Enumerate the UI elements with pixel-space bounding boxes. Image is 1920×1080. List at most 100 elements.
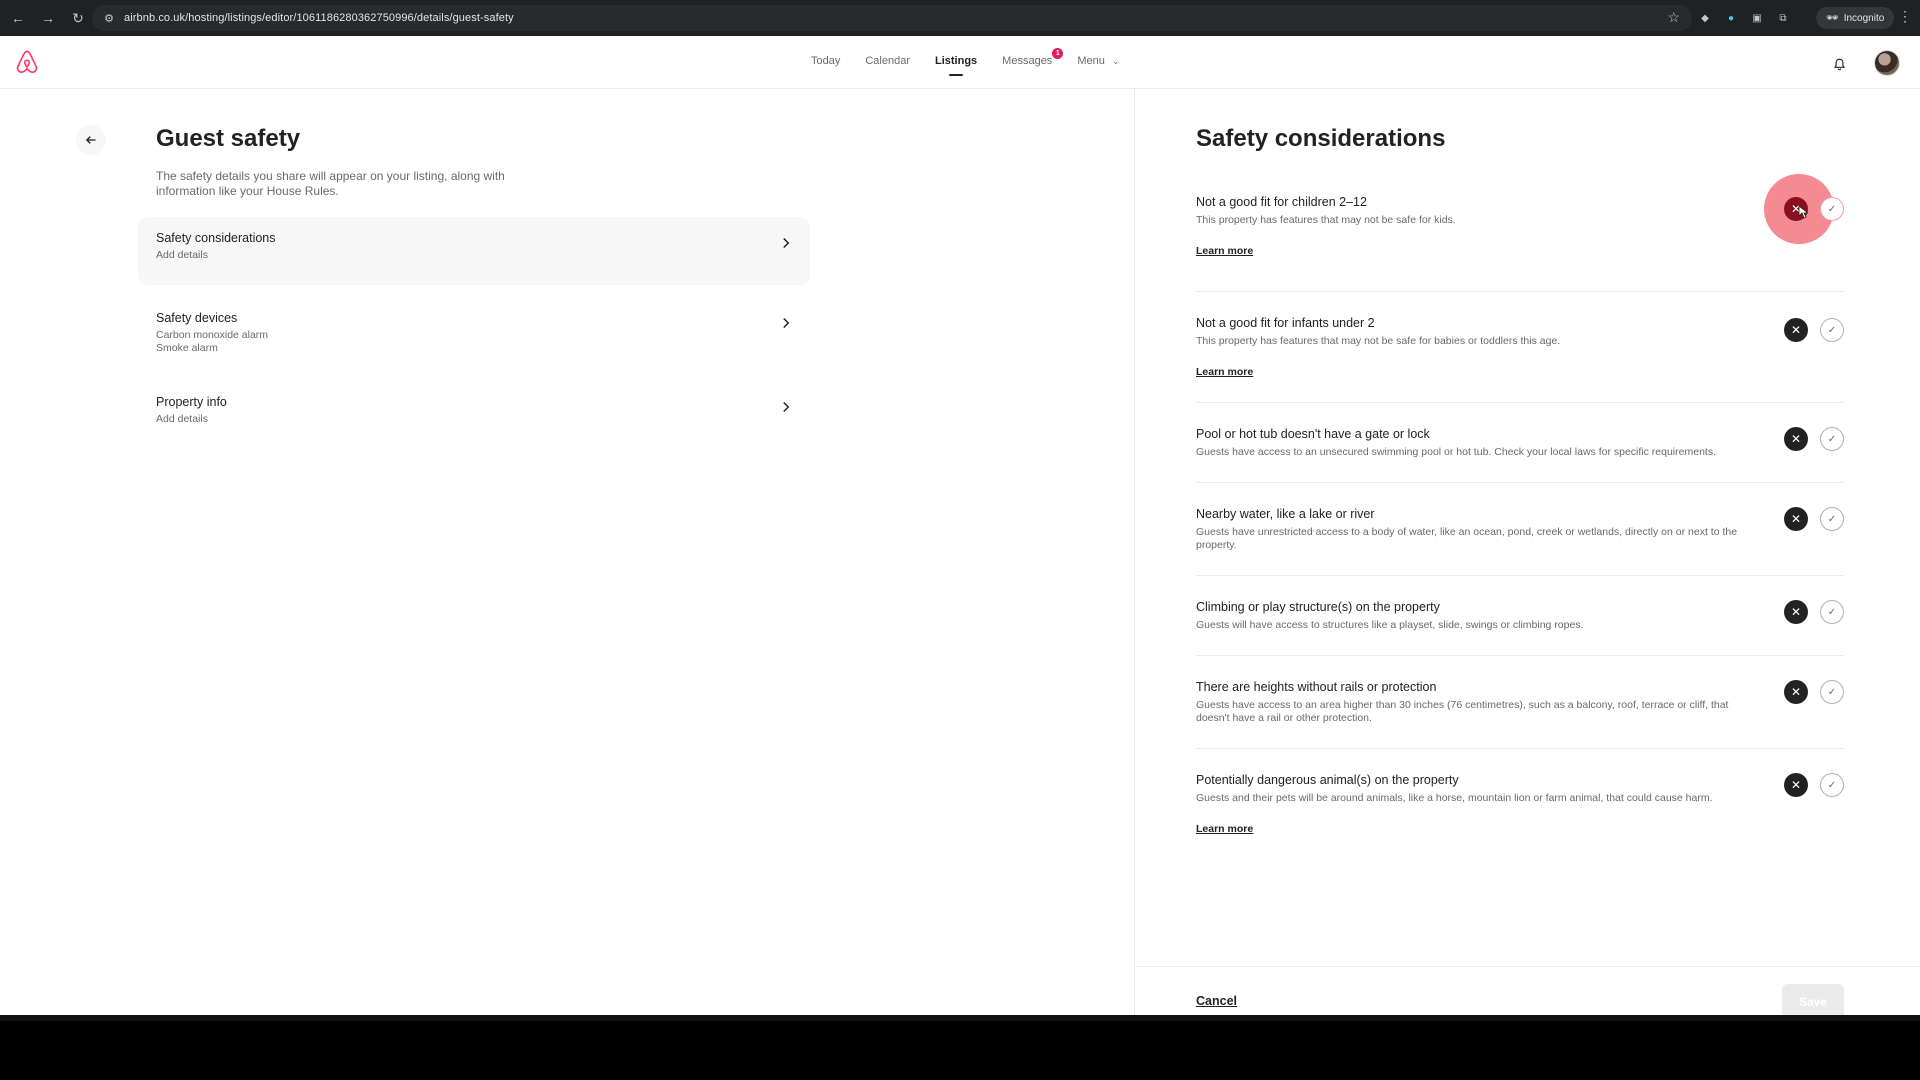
consideration-toggle: ✕ ✓ [1784,773,1844,797]
messages-badge: 1 [1052,48,1064,59]
incognito-icon: 🕶 [1826,12,1839,24]
consideration-item: Nearby water, like a lake or river Guest… [1196,483,1844,576]
section-title: Safety devices [156,311,238,325]
x-icon[interactable]: ✕ [1784,427,1808,451]
consideration-item: Not a good fit for infants under 2 This … [1196,292,1844,403]
extensions-puzzle-icon[interactable]: ⧉ [1774,9,1792,27]
nav-today[interactable]: Today [811,55,840,67]
chevron-right-icon [783,237,790,249]
check-icon[interactable]: ✓ [1820,600,1844,624]
extension-icon[interactable]: ▣ [1748,9,1766,27]
x-icon[interactable]: ✕ [1784,318,1808,342]
section-title: Safety considerations [156,231,276,245]
chevron-right-icon [783,317,790,329]
section-subtitle: Carbon monoxide alarm [156,329,269,341]
top-navigation: Today Calendar Listings Messages 1 Menu … [0,36,1920,89]
consideration-title: Pool or hot tub doesn't have a gate or l… [1196,427,1430,441]
consideration-description: This property has features that may not … [1196,335,1561,347]
section-title: Property info [156,395,227,409]
consideration-description: This property has features that may not … [1196,214,1456,226]
star-icon[interactable]: ☆ [1667,9,1680,26]
x-icon[interactable]: ✕ [1784,507,1808,531]
consideration-toggle: ✕ ✓ [1784,680,1844,704]
check-icon[interactable]: ✓ [1820,507,1844,531]
consideration-item: Not a good fit for children 2–12 This pr… [1196,174,1844,292]
consideration-title: There are heights without rails or prote… [1196,680,1437,694]
incognito-badge[interactable]: 🕶 Incognito [1816,7,1895,29]
back-button[interactable] [76,125,106,155]
consideration-item: There are heights without rails or prote… [1196,656,1844,749]
learn-more-link[interactable]: Learn more [1196,245,1253,257]
check-icon[interactable]: ✓ [1820,197,1844,221]
nav-listings[interactable]: Listings [935,55,977,67]
chevron-right-icon [783,401,790,413]
panel-footer: Cancel Save [1136,966,1920,1020]
consideration-toggle: ✕ ✓ [1784,600,1844,624]
reload-icon[interactable]: ↻ [64,4,92,32]
consideration-item: Pool or hot tub doesn't have a gate or l… [1196,403,1844,483]
consideration-description: Guests have access to an area higher tha… [1196,699,1729,724]
consideration-description: Guests have unrestricted access to a bod… [1196,526,1738,551]
consideration-title: Climbing or play structure(s) on the pro… [1196,600,1440,614]
learn-more-link[interactable]: Learn more [1196,366,1253,378]
airbnb-page: Today Calendar Listings Messages 1 Menu … [0,36,1920,1020]
extension-shield-icon[interactable]: ◆ [1696,9,1714,27]
x-icon[interactable]: ✕ [1784,600,1808,624]
section-subtitle: Smoke alarm [156,342,218,354]
consideration-toggle: ✕ ✓ [1784,427,1844,451]
screen-bottom-strip [0,1015,1920,1021]
consideration-description: Guests and their pets will be around ani… [1196,792,1713,804]
incognito-label: Incognito [1843,12,1885,24]
consideration-title: Nearby water, like a lake or river [1196,507,1375,521]
airbnb-logo-icon[interactable] [14,49,40,75]
page-title: Guest safety [156,125,301,152]
section-subtitle: Add details [156,249,208,261]
browser-toolbar: ← → ↻ ⚙ airbnb.co.uk/hosting/listings/ed… [0,0,1920,36]
consideration-toggle: ✕ ✓ [1784,197,1844,221]
back-arrow-icon [85,136,96,144]
consideration-list: Not a good fit for children 2–12 This pr… [1196,174,1844,845]
consideration-item: Potentially dangerous animal(s) on the p… [1196,749,1844,845]
consideration-description: Guests have access to an unsecured swimm… [1196,446,1716,458]
nav-menu[interactable]: Menu ⌄ [1077,55,1119,67]
consideration-title: Potentially dangerous animal(s) on the p… [1196,773,1459,787]
guest-safety-panel: Guest safety The safety details you shar… [0,89,1135,1015]
chevron-down-icon: ⌄ [1111,56,1120,66]
nav-calendar[interactable]: Calendar [865,55,910,67]
cancel-button[interactable]: Cancel [1196,994,1237,1008]
safety-considerations-panel: Safety considerations Not a good fit for… [1136,89,1920,1020]
nav-menu-label: Menu [1077,55,1105,67]
learn-more-link[interactable]: Learn more [1196,823,1253,835]
section-subtitle: Add details [156,413,208,425]
check-icon[interactable]: ✓ [1820,427,1844,451]
nav-messages-label: Messages [1002,55,1053,67]
consideration-toggle: ✕ ✓ [1784,507,1844,531]
safety-section-list: Safety considerations Add details Safety… [138,217,810,451]
consideration-title: Not a good fit for children 2–12 [1196,195,1367,209]
check-icon[interactable]: ✓ [1820,773,1844,797]
mouse-cursor-icon [1798,205,1808,219]
bell-icon[interactable] [1826,51,1852,77]
section-safety-considerations[interactable]: Safety considerations Add details [138,217,810,285]
consideration-title: Not a good fit for infants under 2 [1196,316,1375,330]
check-icon[interactable]: ✓ [1820,318,1844,342]
consideration-description: Guests will have access to structures li… [1196,619,1584,631]
primary-nav: Today Calendar Listings Messages 1 Menu … [811,48,1144,67]
url-text: airbnb.co.uk/hosting/listings/editor/106… [124,12,514,24]
consideration-toggle: ✕ ✓ [1784,318,1844,342]
section-safety-devices[interactable]: Safety devices Carbon monoxide alarm Smo… [138,297,810,369]
page-intro: The safety details you share will appear… [156,169,505,198]
avatar[interactable] [1874,50,1900,76]
extension-globe-icon[interactable]: ● [1722,9,1740,27]
section-property-info[interactable]: Property info Add details [138,381,810,439]
browser-back-icon[interactable]: ← [4,4,32,32]
browser-forward-icon[interactable]: → [34,4,62,32]
x-icon[interactable]: ✕ [1784,680,1808,704]
panel-title: Safety considerations [1196,125,1446,152]
site-info-icon[interactable]: ⚙ [102,11,116,25]
browser-menu-icon[interactable]: ⋮ [1898,8,1912,25]
nav-messages[interactable]: Messages 1 [1002,48,1064,67]
address-bar[interactable]: ⚙ airbnb.co.uk/hosting/listings/editor/1… [92,5,1692,31]
check-icon[interactable]: ✓ [1820,680,1844,704]
x-icon[interactable]: ✕ [1784,773,1808,797]
